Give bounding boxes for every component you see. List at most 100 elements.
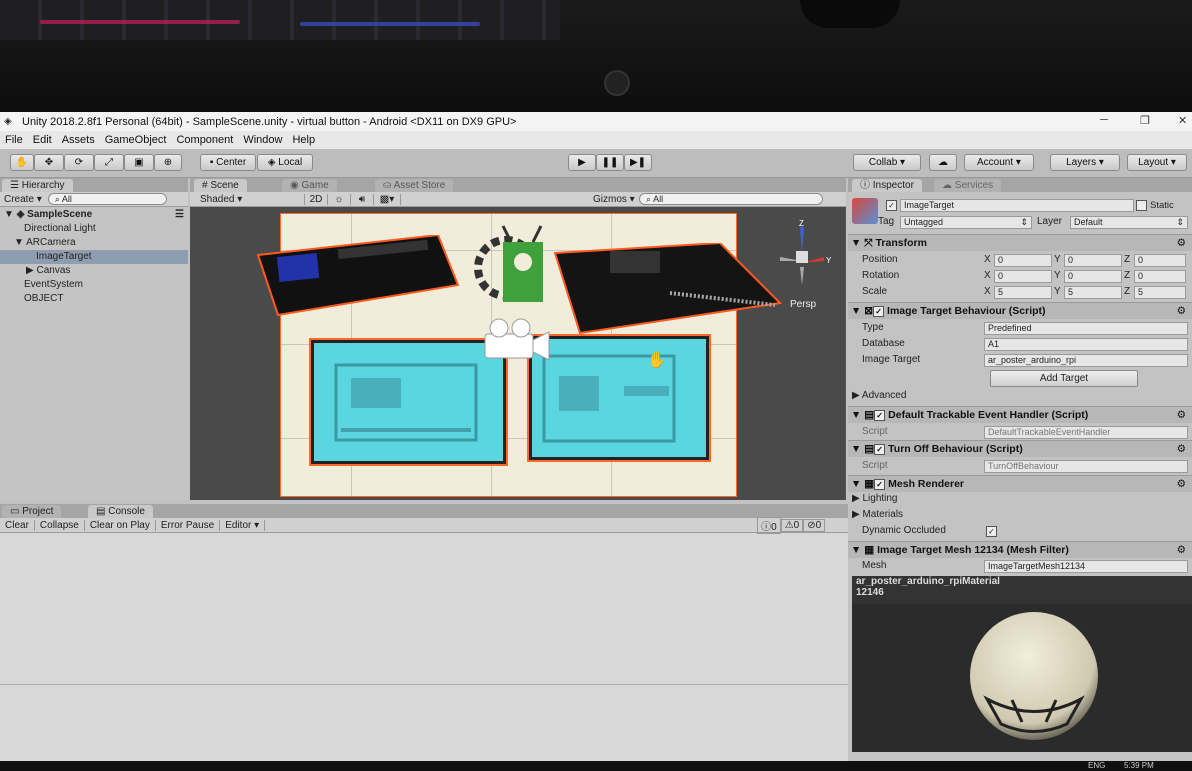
turn-off-behaviour-header[interactable]: ▼ ▤ ✓ Turn Off Behaviour (Script) ⚙ bbox=[848, 440, 1192, 457]
add-target-button[interactable]: Add Target bbox=[990, 370, 1138, 387]
hierarchy-search-input[interactable]: ⌕ All bbox=[47, 193, 167, 205]
hierarchy-item-arcamera[interactable]: ▼ ARCamera bbox=[0, 236, 188, 250]
rotation-z-field[interactable]: 0 bbox=[1134, 270, 1186, 283]
layer-dropdown[interactable]: Default ⇕ bbox=[1070, 216, 1188, 229]
component-enabled-checkbox[interactable]: ✓ bbox=[874, 409, 886, 421]
clear-on-play-button[interactable]: Clear on Play bbox=[85, 519, 156, 531]
hierarchy-item-canvas[interactable]: ▶ Canvas bbox=[0, 264, 188, 278]
material-preview[interactable] bbox=[852, 604, 1192, 752]
component-settings-icon[interactable]: ⚙ bbox=[1177, 407, 1186, 423]
hierarchy-item-eventsystem[interactable]: EventSystem bbox=[0, 278, 188, 292]
scene-menu-icon[interactable]: ☰ bbox=[175, 208, 184, 222]
static-toggle[interactable]: Static bbox=[1136, 200, 1174, 211]
layers-dropdown[interactable]: Layers ▾ bbox=[1050, 154, 1120, 171]
dteh-script-field[interactable]: DefaultTrackableEventHandler bbox=[984, 426, 1188, 439]
database-dropdown[interactable]: A1 bbox=[984, 338, 1188, 351]
clear-button[interactable]: Clear bbox=[0, 519, 35, 531]
pause-button[interactable]: ❚❚ bbox=[596, 154, 624, 171]
advanced-foldout[interactable]: ▶ Advanced bbox=[848, 388, 1192, 403]
rotation-x-field[interactable]: 0 bbox=[994, 270, 1052, 283]
scale-tool-button[interactable]: ⤢ bbox=[94, 154, 124, 171]
component-settings-icon[interactable]: ⚙ bbox=[1177, 542, 1186, 558]
clock[interactable]: 5:39 PM bbox=[1124, 761, 1154, 770]
position-x-field[interactable]: 0 bbox=[994, 254, 1052, 267]
scale-y-field[interactable]: 5 bbox=[1064, 286, 1122, 299]
tob-script-field[interactable]: TurnOffBehaviour bbox=[984, 460, 1188, 473]
tab-hierarchy[interactable]: ☰ Hierarchy bbox=[2, 179, 73, 192]
scene-viewport[interactable]: ✋ Z Y Persp bbox=[190, 207, 845, 500]
close-button[interactable]: ✕ bbox=[1178, 114, 1187, 127]
component-enabled-checkbox[interactable]: ✓ bbox=[874, 443, 886, 455]
collab-button[interactable]: Collab ▾ bbox=[853, 154, 921, 171]
maximize-button[interactable]: ❐ bbox=[1140, 114, 1150, 127]
play-button[interactable]: ▶ bbox=[568, 154, 596, 171]
mesh-renderer-header[interactable]: ▼ ▦ ✓ Mesh Renderer ⚙ bbox=[848, 475, 1192, 492]
console-divider[interactable] bbox=[0, 684, 848, 685]
hierarchy-item-directional-light[interactable]: Directional Light bbox=[0, 222, 188, 236]
toggle-2d-button[interactable]: 2D bbox=[305, 193, 328, 205]
lighting-foldout[interactable]: ▶ Lighting bbox=[848, 491, 1192, 506]
trackable-event-handler-header[interactable]: ▼ ▤ ✓ Default Trackable Event Handler (Scr… bbox=[848, 406, 1192, 423]
tag-dropdown[interactable]: Untagged ⇕ bbox=[900, 216, 1032, 229]
warning-count-toggle[interactable]: ⚠0 bbox=[780, 518, 804, 532]
menu-window[interactable]: Window bbox=[243, 134, 282, 146]
space-local-button[interactable]: ◈ Local bbox=[257, 154, 313, 171]
rotation-y-field[interactable]: 0 bbox=[1064, 270, 1122, 283]
pivot-center-button[interactable]: ▪ Center bbox=[200, 154, 256, 171]
object-name-field[interactable]: ImageTarget bbox=[900, 199, 1134, 212]
component-settings-icon[interactable]: ⚙ bbox=[1177, 476, 1186, 492]
layout-dropdown[interactable]: Layout ▾ bbox=[1127, 154, 1187, 171]
menu-help[interactable]: Help bbox=[292, 134, 315, 146]
scene-search-input[interactable]: ⌕ All bbox=[639, 193, 823, 205]
account-dropdown[interactable]: Account ▾ bbox=[964, 154, 1034, 171]
editor-dropdown[interactable]: Editor ▾ bbox=[220, 519, 266, 531]
component-settings-icon[interactable]: ⚙ bbox=[1177, 441, 1186, 457]
scale-x-field[interactable]: 5 bbox=[994, 286, 1052, 299]
tab-inspector[interactable]: ⓘ Inspector bbox=[852, 179, 922, 192]
menu-gameobject[interactable]: GameObject bbox=[105, 134, 167, 146]
transform-tool-button[interactable]: ⊕ bbox=[154, 154, 182, 171]
menu-edit[interactable]: Edit bbox=[33, 134, 52, 146]
orientation-gizmo[interactable]: Z Y bbox=[768, 217, 838, 297]
create-dropdown[interactable]: Create ▾ bbox=[4, 194, 42, 205]
lighting-toggle-icon[interactable]: ☼ bbox=[328, 193, 351, 205]
materials-foldout[interactable]: ▶ Materials bbox=[848, 507, 1192, 522]
image-target-behaviour-header[interactable]: ▼ ⊠ ✓ Image Target Behaviour (Script) ⚙ bbox=[848, 302, 1192, 319]
hierarchy-item-imagetarget[interactable]: ImageTarget bbox=[0, 250, 188, 264]
persp-label[interactable]: Persp bbox=[790, 299, 816, 310]
scale-z-field[interactable]: 5 bbox=[1134, 286, 1186, 299]
collapse-button[interactable]: Collapse bbox=[35, 519, 85, 531]
menu-assets[interactable]: Assets bbox=[62, 134, 95, 146]
component-enabled-checkbox[interactable]: ✓ bbox=[873, 305, 885, 317]
menu-component[interactable]: Component bbox=[176, 134, 233, 146]
tab-asset-store[interactable]: ⛀ Asset Store bbox=[375, 179, 454, 192]
rect-tool-button[interactable]: ▣ bbox=[124, 154, 154, 171]
info-count-toggle[interactable]: ⓘ0 bbox=[757, 516, 781, 534]
tab-console[interactable]: ▤ Console bbox=[88, 505, 153, 518]
position-z-field[interactable]: 0 bbox=[1134, 254, 1186, 267]
shading-dropdown[interactable]: Shaded ▾ bbox=[190, 193, 305, 205]
dynamic-occluded-checkbox[interactable]: ✓ bbox=[986, 526, 997, 537]
minimize-button[interactable]: ─ bbox=[1100, 114, 1108, 126]
gizmos-dropdown[interactable]: Gizmos ▾ bbox=[593, 194, 639, 205]
tab-services[interactable]: ☁ Services bbox=[934, 179, 1002, 192]
error-count-toggle[interactable]: ⊘0 bbox=[803, 518, 826, 532]
tab-project[interactable]: ▭ Project bbox=[2, 505, 62, 518]
effects-toggle-icon[interactable]: ▩▾ bbox=[374, 193, 401, 205]
move-tool-button[interactable]: ✥ bbox=[34, 154, 64, 171]
error-pause-button[interactable]: Error Pause bbox=[156, 519, 221, 531]
tab-scene[interactable]: # Scene bbox=[194, 179, 247, 192]
hand-tool-button[interactable]: ✋ bbox=[10, 154, 34, 171]
cloud-button[interactable]: ☁ bbox=[929, 154, 957, 171]
type-dropdown[interactable]: Predefined bbox=[984, 322, 1188, 335]
mesh-filter-header[interactable]: ▼ ▦ Image Target Mesh 12134 (Mesh Filter… bbox=[848, 541, 1192, 558]
hierarchy-item-object[interactable]: OBJECT bbox=[0, 292, 188, 306]
transform-header[interactable]: ▼ ⤧ Transform ⚙ bbox=[848, 234, 1192, 251]
mesh-field[interactable]: ImageTargetMesh12134 bbox=[984, 560, 1188, 573]
component-settings-icon[interactable]: ⚙ bbox=[1177, 235, 1186, 251]
scene-root-item[interactable]: ▼ ◈ SampleScene ☰ bbox=[0, 208, 188, 222]
component-settings-icon[interactable]: ⚙ bbox=[1177, 303, 1186, 319]
rotate-tool-button[interactable]: ⟳ bbox=[64, 154, 94, 171]
material-preview-header[interactable]: ar_poster_arduino_rpiMaterial 12146 bbox=[852, 576, 1192, 604]
image-target-dropdown[interactable]: ar_poster_arduino_rpi bbox=[984, 354, 1188, 367]
